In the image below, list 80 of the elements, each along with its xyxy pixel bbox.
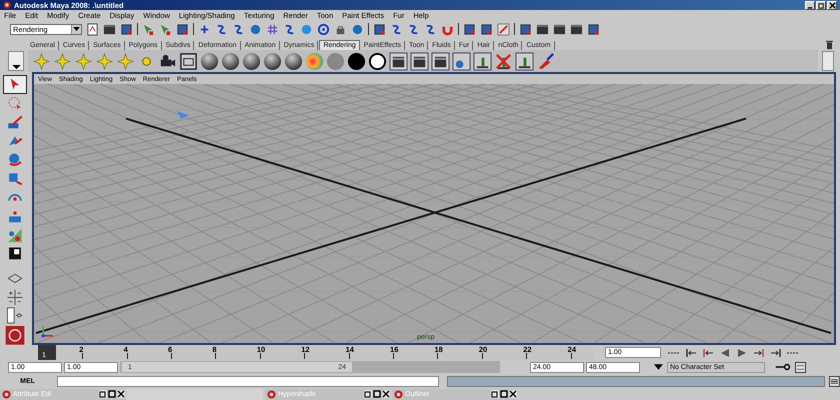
square-icon[interactable]	[463, 22, 476, 36]
step-back-frame-icon[interactable]	[701, 348, 715, 358]
light-icon[interactable]	[95, 52, 114, 70]
hash-icon[interactable]	[266, 22, 279, 36]
dropdown-arrow-icon	[73, 26, 80, 32]
brush-icon[interactable]	[536, 52, 555, 70]
render-window-icon[interactable]	[179, 52, 198, 70]
step-back-key-icon[interactable]	[684, 348, 698, 358]
curve-icon[interactable]	[215, 22, 228, 36]
curve-icon[interactable]	[232, 22, 245, 36]
light-icon[interactable]	[116, 52, 135, 70]
script-editor-icon[interactable]	[829, 376, 840, 386]
clapboard-icon[interactable]	[103, 22, 116, 36]
step-forward-key-icon[interactable]	[769, 348, 783, 358]
app-logo-icon	[394, 390, 403, 398]
light-icon[interactable]	[53, 52, 72, 70]
curve-icon[interactable]	[424, 22, 437, 36]
axis-gizmo-icon	[40, 323, 56, 339]
sphere-icon[interactable]	[263, 52, 282, 70]
light-icon[interactable]	[74, 52, 93, 70]
scrollbar[interactable]	[822, 51, 834, 71]
cursor-icon	[177, 111, 189, 119]
blob-icon[interactable]	[249, 22, 262, 36]
restore-icon	[818, 2, 824, 8]
close-icon[interactable]	[509, 390, 517, 398]
crossed-layer-icon[interactable]	[494, 52, 513, 70]
close-icon[interactable]	[117, 390, 125, 398]
shader-icon[interactable]	[452, 52, 471, 70]
curve-icon[interactable]	[407, 22, 420, 36]
clapboard-icon[interactable]	[536, 22, 549, 36]
minimize-button[interactable]	[805, 0, 815, 10]
shelf-menu-button[interactable]	[8, 51, 24, 71]
close-button[interactable]	[827, 0, 837, 10]
close-icon	[828, 2, 836, 8]
sphere-icon[interactable]	[242, 52, 261, 70]
layer-icon[interactable]	[515, 52, 534, 70]
maximize-icon[interactable]	[108, 390, 116, 398]
curve-icon[interactable]	[390, 22, 403, 36]
restore-button[interactable]	[816, 0, 826, 10]
light-icon[interactable]	[32, 52, 51, 70]
clapboard-icon[interactable]	[570, 22, 583, 36]
app-logo-icon	[2, 390, 11, 398]
ring-icon[interactable]	[368, 52, 387, 70]
blob-icon[interactable]	[351, 22, 364, 36]
step-forward-frame-icon[interactable]	[752, 348, 766, 358]
dropdown-arrow-icon[interactable]	[654, 364, 663, 370]
arrow-icon[interactable]	[159, 22, 172, 36]
clapboard-icon[interactable]	[410, 52, 429, 70]
square-icon[interactable]	[373, 22, 386, 36]
sphere-icon[interactable]	[200, 52, 219, 70]
square-icon[interactable]	[176, 22, 189, 36]
square-icon[interactable]	[519, 22, 532, 36]
square-icon[interactable]	[480, 22, 493, 36]
curve-icon[interactable]	[283, 22, 296, 36]
maximize-icon[interactable]	[373, 390, 381, 398]
crossed-icon[interactable]	[497, 22, 510, 36]
clapboard-icon[interactable]	[431, 52, 450, 70]
arrow-icon[interactable]	[142, 22, 155, 36]
restore-icon[interactable]	[99, 390, 107, 398]
caret-icon	[12, 65, 20, 70]
circle-icon[interactable]	[347, 52, 366, 70]
close-icon[interactable]	[382, 390, 390, 398]
key-icon[interactable]	[775, 363, 791, 371]
clapboard-icon[interactable]	[389, 52, 408, 70]
document-icon[interactable]	[86, 22, 99, 36]
restore-icon[interactable]	[364, 390, 372, 398]
app-logo-icon	[267, 390, 276, 398]
restore-icon[interactable]	[491, 390, 499, 398]
trash-icon[interactable]	[825, 40, 834, 50]
square-icon[interactable]	[587, 22, 600, 36]
clapboard-icon[interactable]	[553, 22, 566, 36]
maximize-icon[interactable]	[500, 390, 508, 398]
sphere-icon[interactable]	[221, 52, 240, 70]
layer-icon[interactable]	[473, 52, 492, 70]
sphere-icon[interactable]	[284, 52, 303, 70]
command-input-field[interactable]	[57, 376, 439, 386]
preferences-icon[interactable]	[795, 362, 806, 372]
select-tool-icon[interactable]	[4, 76, 26, 93]
app-logo-icon	[3, 1, 11, 9]
square-icon[interactable]	[120, 22, 133, 36]
